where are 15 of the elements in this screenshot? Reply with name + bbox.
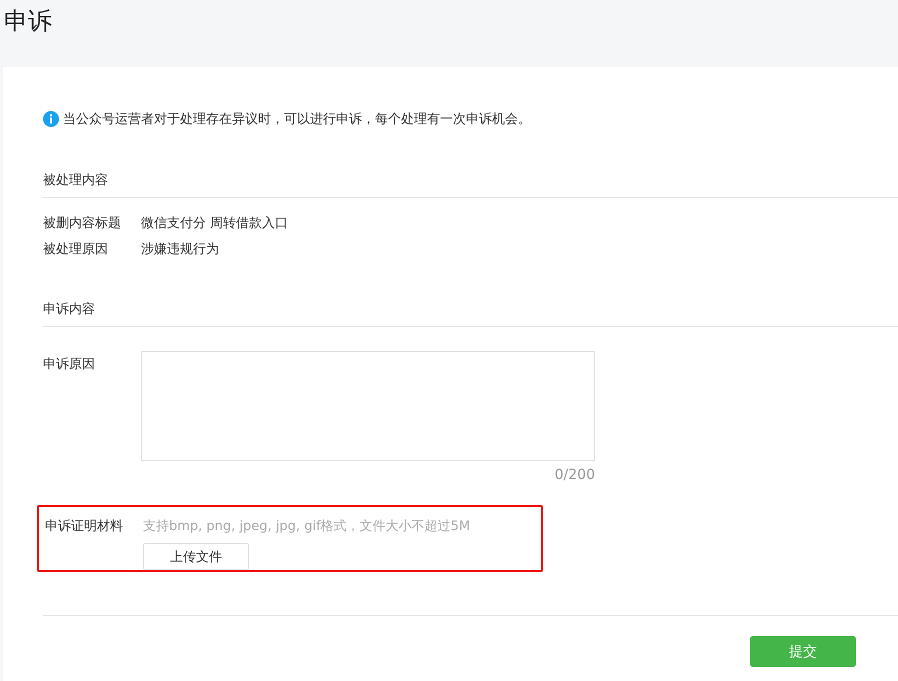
section-heading: 被处理内容 — [43, 171, 898, 198]
info-icon — [43, 111, 59, 127]
field-label: 申诉原因 — [43, 356, 96, 373]
page-title: 申诉 — [3, 6, 53, 37]
reason-textarea[interactable] — [141, 351, 595, 461]
char-counter: 0/200 — [554, 467, 595, 483]
field-value: 涉嫌违规行为 — [141, 241, 219, 258]
field-value: 微信支付分 周转借款入口 — [141, 215, 288, 232]
upload-hint: 支持bmp, png, jpeg, jpg, gif格式，文件大小不超过5M — [143, 518, 470, 535]
field-label: 被处理原因 — [43, 241, 109, 258]
upload-button[interactable]: 上传文件 — [143, 543, 249, 570]
notice-text: 当公众号运营者对于处理存在异议时，可以进行申诉，每个处理有一次申诉机会。 — [63, 111, 531, 128]
field-label: 被删内容标题 — [43, 215, 122, 232]
section-heading: 申诉内容 — [43, 300, 898, 327]
field-label: 申诉证明材料 — [45, 518, 124, 536]
